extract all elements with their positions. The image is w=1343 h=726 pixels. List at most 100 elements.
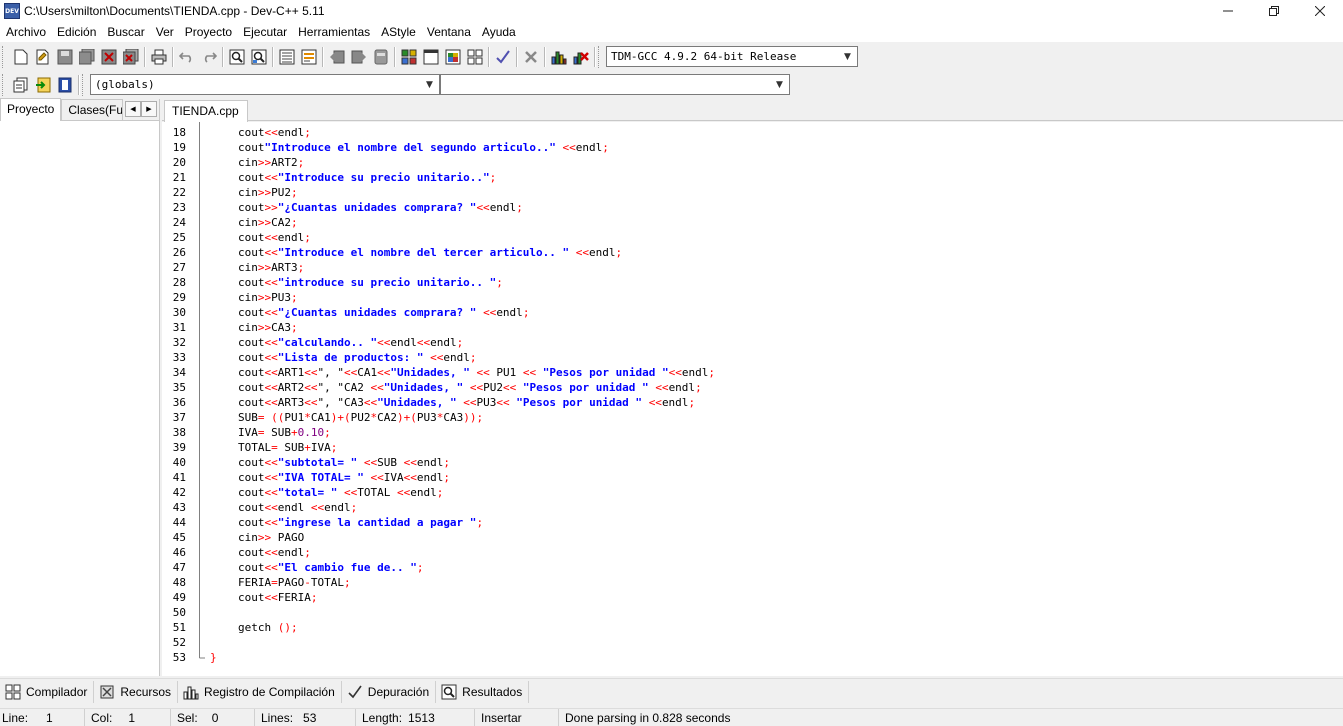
- bookmark-button[interactable]: [55, 75, 75, 95]
- devcpp-app-icon[interactable]: DEV: [4, 3, 20, 19]
- menu-astyle[interactable]: AStyle: [375, 25, 421, 39]
- tab-tienda-cpp[interactable]: TIENDA.cpp: [164, 100, 248, 122]
- find-button[interactable]: [227, 47, 247, 67]
- undo-button[interactable]: [177, 47, 197, 67]
- code-line[interactable]: 24 cin>>CA2;: [162, 215, 1343, 230]
- run-button[interactable]: [421, 47, 441, 67]
- toolbar-grip[interactable]: [2, 73, 7, 96]
- menu-herramientas[interactable]: Herramientas: [292, 25, 375, 39]
- code-line[interactable]: 30 cout<<"¿Cuantas unidades comprara? " <…: [162, 305, 1343, 320]
- tab-registro-compilacion[interactable]: Registro de Compilación: [178, 680, 342, 703]
- code-line[interactable]: 19 cout"Introduce el nombre del segundo a…: [162, 140, 1343, 155]
- syntax-check-button[interactable]: [493, 47, 513, 67]
- code-line[interactable]: 27 cin>>ART3;: [162, 260, 1343, 275]
- code-line[interactable]: 42 cout<<"total= " <<TOTAL <<endl;: [162, 485, 1343, 500]
- menu-edicion[interactable]: Edición: [51, 25, 101, 39]
- tab-scroll-left-button[interactable]: ◀: [125, 101, 141, 117]
- profile-button[interactable]: [549, 47, 569, 67]
- tab-recursos[interactable]: Recursos: [94, 680, 179, 703]
- code-line[interactable]: 32 cout<<"calculando.. "<<endl<<endl;: [162, 335, 1343, 350]
- chevron-down-icon[interactable]: ▼: [422, 77, 437, 92]
- toggle-comment-button[interactable]: [299, 47, 319, 67]
- code-line[interactable]: 49 cout<<FERIA;: [162, 590, 1343, 605]
- code-line[interactable]: 47 cout<<"El cambio fue de.. ";: [162, 560, 1343, 575]
- code-line[interactable]: 20 cin>>ART2;: [162, 155, 1343, 170]
- menu-proyecto[interactable]: Proyecto: [179, 25, 237, 39]
- code-line[interactable]: 38 IVA= SUB+0.10;: [162, 425, 1343, 440]
- print-button[interactable]: [149, 47, 169, 67]
- menu-ventana[interactable]: Ventana: [421, 25, 476, 39]
- goto-declaration-button[interactable]: [33, 75, 53, 95]
- code-editor[interactable]: 18 cout<<endl; 19 cout"Introduce el nombre …: [162, 122, 1343, 676]
- menu-ejecutar[interactable]: Ejecutar: [237, 25, 292, 39]
- menu-ayuda[interactable]: Ayuda: [476, 25, 521, 39]
- code-line[interactable]: 31 cin>>CA3;: [162, 320, 1343, 335]
- code-line[interactable]: 39 TOTAL= SUB+IVA;: [162, 440, 1343, 455]
- code-line[interactable]: 34 cout<<ART1<<", "<<CA1<<"Unidades, " <<…: [162, 365, 1343, 380]
- code-line[interactable]: 51 getch ();: [162, 620, 1343, 635]
- tab-depuracion[interactable]: Depuración: [342, 680, 437, 703]
- rebuild-button[interactable]: [465, 47, 485, 67]
- new-file-button[interactable]: [11, 47, 31, 67]
- add-to-project-button[interactable]: [349, 47, 369, 67]
- code-line[interactable]: 37 SUB= ((PU1*CA1)+(PU2*CA2)+(PU3*CA3));: [162, 410, 1343, 425]
- code-line[interactable]: 29 cin>>PU3;: [162, 290, 1343, 305]
- toolbar-grip[interactable]: [82, 73, 87, 96]
- open-file-button[interactable]: [33, 47, 53, 67]
- code-line[interactable]: 28 cout<<"introduce su precio unitario.. …: [162, 275, 1343, 290]
- code-line[interactable]: 48 FERIA=PAGO-TOTAL;: [162, 575, 1343, 590]
- tab-proyecto[interactable]: Proyecto: [0, 98, 62, 121]
- tab-clases[interactable]: Clases(Funciones): [61, 99, 124, 120]
- stop-execution-button[interactable]: [521, 47, 541, 67]
- close-all-button[interactable]: [121, 47, 141, 67]
- compile-button[interactable]: [399, 47, 419, 67]
- tab-scroll-right-button[interactable]: ▶: [141, 101, 157, 117]
- compiler-select[interactable]: TDM-GCC 4.9.2 64-bit Release ▼: [606, 46, 858, 67]
- line-text: cout<<endl <<endl;: [238, 501, 358, 514]
- code-line[interactable]: 33 cout<<"Lista de productos: " <<endl;: [162, 350, 1343, 365]
- minimize-icon: [1223, 10, 1233, 12]
- close-file-button[interactable]: [99, 47, 119, 67]
- redo-button[interactable]: [199, 47, 219, 67]
- new-project-button[interactable]: [327, 47, 347, 67]
- code-line[interactable]: 35 cout<<ART2<<", "CA2 <<"Unidades, " <<P…: [162, 380, 1343, 395]
- replace-button[interactable]: [249, 47, 269, 67]
- tab-compilador[interactable]: Compilador: [0, 680, 95, 703]
- tab-resultados[interactable]: Resultados: [436, 680, 530, 703]
- insert-button[interactable]: [11, 75, 31, 95]
- toolbar-grip[interactable]: [598, 45, 603, 68]
- code-line[interactable]: 26 cout<<"Introduce el nombre del tercer …: [162, 245, 1343, 260]
- chevron-down-icon[interactable]: ▼: [772, 77, 787, 92]
- code-line[interactable]: 21 cout<<"Introduce su precio unitario.."…: [162, 170, 1343, 185]
- menu-ver[interactable]: Ver: [150, 25, 179, 39]
- code-line[interactable]: 36 cout<<ART3<<", "CA3<<"Unidades, " <<PU…: [162, 395, 1343, 410]
- menu-archivo[interactable]: Archivo: [0, 25, 51, 39]
- code-line[interactable]: 41 cout<<"IVA TOTAL= " <<IVA<<endl;: [162, 470, 1343, 485]
- code-line[interactable]: 43 cout<<endl <<endl;: [162, 500, 1343, 515]
- code-line[interactable]: 50: [162, 605, 1343, 620]
- menu-buscar[interactable]: Buscar: [101, 25, 149, 39]
- chevron-down-icon[interactable]: ▼: [840, 49, 855, 64]
- toolbar-grip[interactable]: [2, 45, 7, 68]
- code-line[interactable]: 52: [162, 635, 1343, 650]
- close-button[interactable]: [1297, 0, 1343, 22]
- code-line[interactable]: 25 cout<<endl;: [162, 230, 1343, 245]
- scope-select[interactable]: (globals) ▼: [90, 74, 440, 95]
- maximize-button[interactable]: [1251, 0, 1297, 22]
- code-line[interactable]: 23 cout>>"¿Cuantas unidades comprara? "<<…: [162, 200, 1343, 215]
- code-line[interactable]: 45 cin>> PAGO: [162, 530, 1343, 545]
- indent-button[interactable]: [277, 47, 297, 67]
- compile-run-button[interactable]: [443, 47, 463, 67]
- minimize-button[interactable]: [1205, 0, 1251, 22]
- project-options-button[interactable]: [371, 47, 391, 67]
- code-line[interactable]: 22 cin>>PU2;: [162, 185, 1343, 200]
- code-line[interactable]: 46 cout<<endl;: [162, 545, 1343, 560]
- member-select[interactable]: ▼: [440, 74, 790, 95]
- save-all-button[interactable]: [77, 47, 97, 67]
- code-line[interactable]: 18 cout<<endl;: [162, 125, 1343, 140]
- code-line[interactable]: 53}: [162, 650, 1343, 665]
- save-button[interactable]: [55, 47, 75, 67]
- code-line[interactable]: 40 cout<<"subtotal= " <<SUB <<endl;: [162, 455, 1343, 470]
- code-line[interactable]: 44 cout<<"ingrese la cantidad a pagar ";: [162, 515, 1343, 530]
- delete-profile-button[interactable]: [571, 47, 591, 67]
